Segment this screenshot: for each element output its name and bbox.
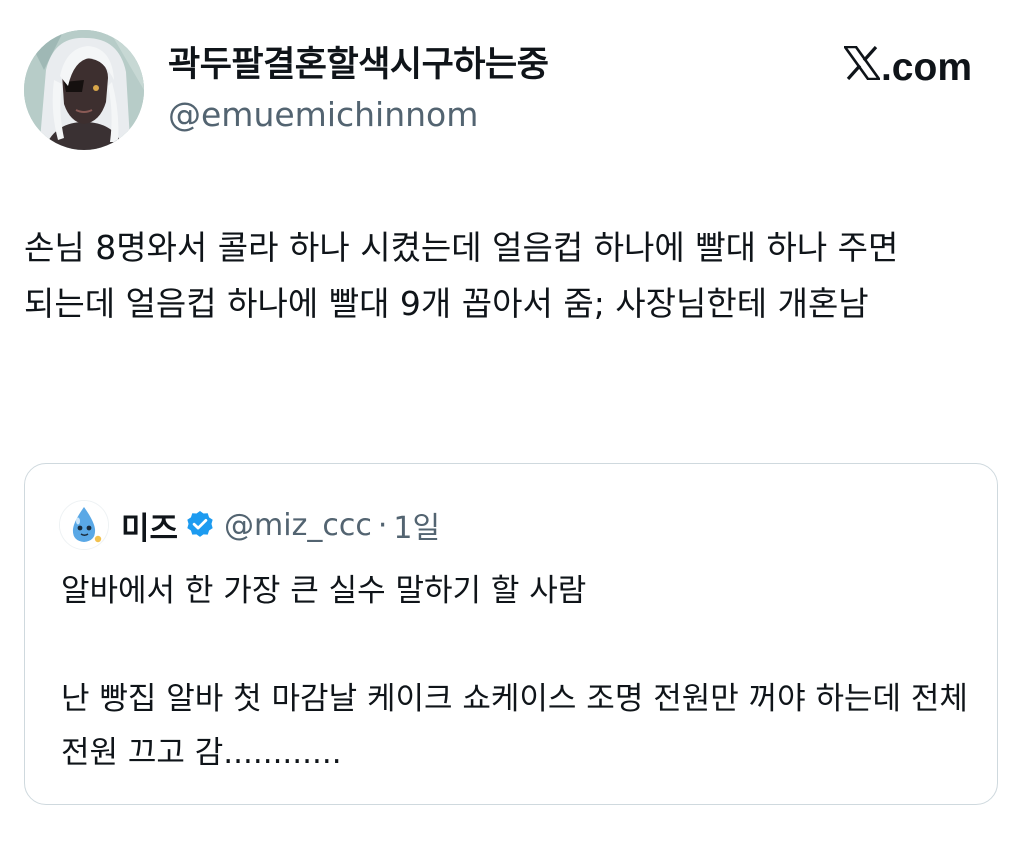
quoted-tweet-timestamp[interactable]: 1일 <box>393 503 440 547</box>
quoted-author-display-name[interactable]: 미즈 <box>121 503 178 548</box>
quoted-author-avatar[interactable] <box>59 500 109 550</box>
author-avatar[interactable] <box>24 30 144 150</box>
quoted-tweet-card[interactable]: 미즈 @miz_ccc · 1일 알바에서 한 가장 큰 실수 말하기 할 사람… <box>24 463 998 805</box>
quoted-tweet-paragraph: 난 빵집 알바 첫 마감날 케이크 쇼케이스 조명 전원만 꺼야 하는데 전체 … <box>61 681 968 771</box>
blue-droplet-mascot-icon <box>60 501 108 549</box>
tweet-header: 곽두팔결혼할색시구하는중 @emuemichinnom .com <box>24 30 984 154</box>
verified-badge-icon <box>184 509 216 541</box>
x-logo-icon <box>842 45 882 90</box>
quoted-author-handle[interactable]: @miz_ccc <box>224 508 372 543</box>
author-display-name[interactable]: 곽두팔결혼할색시구하는중 <box>168 42 549 88</box>
author-names: 곽두팔결혼할색시구하는중 @emuemichinnom <box>168 42 549 138</box>
meta-separator: · <box>377 507 388 543</box>
anime-character-avatar-icon <box>24 30 144 150</box>
quoted-tweet-paragraph: 알바에서 한 가장 큰 실수 말하기 할 사람 <box>61 573 587 609</box>
tweet-text: 손님 8명와서 콜라 하나 시켰는데 얼음컵 하나에 빨대 하나 주면 되는데 … <box>24 228 899 323</box>
site-label[interactable]: .com <box>842 45 972 90</box>
author-handle[interactable]: @emuemichinnom <box>168 92 548 138</box>
quoted-tweet-text: 알바에서 한 가장 큰 실수 말하기 할 사람 난 빵집 알바 첫 마감날 케이… <box>61 564 971 780</box>
site-domain-text: .com <box>880 46 972 89</box>
quoted-tweet-header: 미즈 @miz_ccc · 1일 <box>59 500 440 550</box>
